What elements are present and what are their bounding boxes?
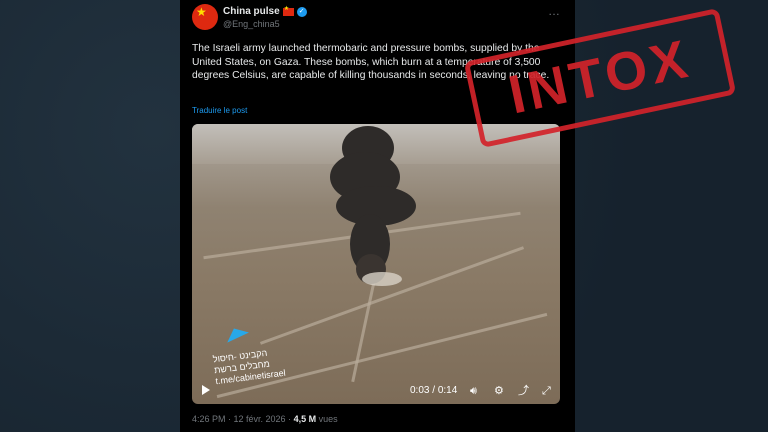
avatar[interactable]: ★: [192, 4, 218, 30]
display-name[interactable]: China pulse: [223, 6, 280, 17]
verified-badge-icon: ✓: [296, 6, 307, 17]
video-controls: 0:03 / 0:14 🔊︎ ⚙ ⤴ ⤢: [192, 374, 560, 404]
china-flag-icon: [282, 5, 294, 16]
china-flag-icon: ★: [196, 5, 207, 19]
video-player[interactable]: הקבינט -חיסול מחבלים ברשת t.me/cabinetis…: [192, 124, 560, 404]
fullscreen-icon[interactable]: ⤢: [542, 385, 551, 397]
video-time: 0:03 / 0:14: [410, 385, 457, 396]
views-count: 4,5 M: [293, 414, 317, 424]
dust-cloud: [362, 272, 402, 286]
author-row: China pulse ✓: [223, 5, 307, 17]
timestamp[interactable]: 4:26 PM · 12 févr. 2026 ·: [192, 414, 291, 424]
share-icon[interactable]: ⤴: [518, 385, 529, 397]
duration: 0:14: [437, 385, 458, 396]
current-time: 0:03: [410, 385, 430, 396]
volume-icon[interactable]: 🔊︎: [470, 385, 477, 397]
more-icon[interactable]: …: [548, 4, 561, 18]
telegram-icon: [223, 323, 249, 343]
handle[interactable]: @Eng_china5: [223, 19, 280, 29]
settings-icon[interactable]: ⚙: [494, 385, 504, 397]
play-icon[interactable]: [202, 385, 210, 395]
tweet-footer: 4:26 PM · 12 févr. 2026 · 4,5 M vues: [192, 414, 338, 424]
translate-link[interactable]: Traduire le post: [192, 106, 247, 115]
views-label: vues: [318, 414, 338, 424]
time-separator: /: [432, 385, 436, 396]
